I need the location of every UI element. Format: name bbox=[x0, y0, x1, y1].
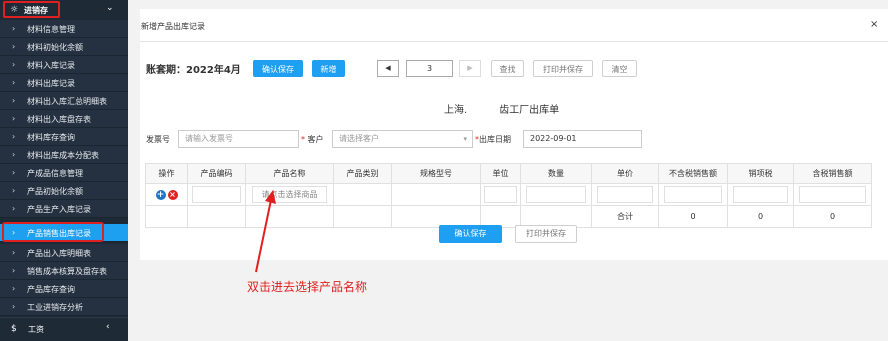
annotation-text: 双击进去选择产品名称 bbox=[247, 280, 368, 294]
annotation-arrow-icon bbox=[255, 190, 276, 273]
